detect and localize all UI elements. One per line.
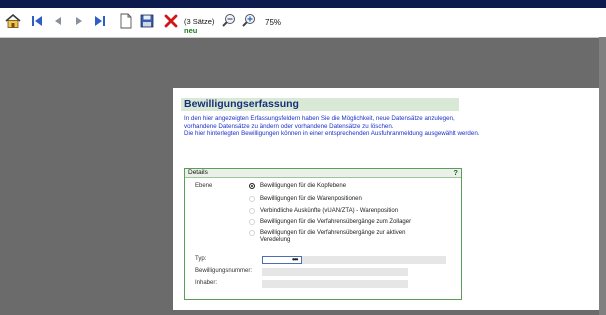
zoom-in-icon[interactable] [240,12,258,30]
radio-option-label: Bewilligungen für die Warenpositionen [260,196,362,202]
radio-option-label: Bewilligungen für die Verfahrensübergäng… [260,230,406,236]
toolbar: (3 Sätze) neu 75% [0,8,606,38]
window-edge [599,37,606,315]
radio-option-warenpositionen[interactable]: Bewilligungen für die Warenpositionen [249,196,362,203]
next-record-icon[interactable] [70,12,88,30]
details-header: Details ? [185,168,461,178]
radio-option-kopfebene[interactable]: Bewilligungen für die Kopfebene [249,183,347,190]
first-record-icon[interactable] [28,12,46,30]
last-record-icon[interactable] [91,12,109,30]
intro-line: In den hier angezeigten Erfassungsfelder… [184,115,455,122]
home-icon[interactable] [4,12,22,30]
record-status: neu [184,26,198,35]
inhaber-input[interactable] [262,280,408,288]
radio-option-zollager[interactable]: Bewilligungen für die Verfahrensübergäng… [249,219,412,226]
radio-option-label: Bewilligungen für die Verfahrensübergäng… [260,219,412,225]
details-panel: Details ? Ebene Bewilligungen für die Ko… [184,168,462,300]
radio-button-selected[interactable] [249,183,255,189]
new-document-icon[interactable] [117,12,135,30]
title-bar-strip [0,0,606,8]
intro-text: In den hier angezeigten Erfassungsfelder… [184,115,584,138]
help-icon[interactable]: ? [453,168,458,177]
zoom-level: 75% [265,18,282,27]
bewilligungsnummer-label: Bewilligungsnummer: [195,268,253,274]
details-label: Details [188,169,208,176]
radio-button[interactable] [249,208,255,214]
radio-button[interactable] [249,230,255,236]
radio-option-label-continued: Veredelung [260,237,291,243]
inhaber-label: Inhaber: [195,280,218,286]
page-title: Bewilligungserfassung [184,98,299,110]
radio-option-aktive-veredelung[interactable]: Bewilligungen für die Verfahrensübergäng… [249,230,406,244]
typ-lookup-button[interactable]: ••• [292,255,298,264]
radio-button[interactable] [249,196,255,202]
radio-option-label: Bewilligungen für die Kopfebene [260,183,347,189]
radio-option-label: Verbindliche Auskünfte (vUAN/ZTA) - Ware… [260,208,399,214]
save-icon[interactable] [138,12,156,30]
zoom-out-icon[interactable] [220,12,238,30]
document-page: Bewilligungserfassung In den hier angeze… [173,88,599,310]
intro-line: Die hier hinterlegten Bewilligungen könn… [184,130,480,138]
intro-line: vorhandene Datensätze zu ändern oder vor… [184,122,394,130]
delete-icon[interactable] [162,12,180,30]
radio-button[interactable] [249,219,255,225]
bewilligungsnummer-input[interactable] [262,268,408,276]
record-info: (3 Sätze) neu [184,17,214,35]
record-count: (3 Sätze) [184,17,215,26]
previous-record-icon[interactable] [49,12,67,30]
ebene-label: Ebene [195,183,213,189]
radio-option-verbindliche-auskuenfte[interactable]: Verbindliche Auskünfte (vUAN/ZTA) - Ware… [249,208,399,215]
typ-label: Typ: [195,256,207,262]
